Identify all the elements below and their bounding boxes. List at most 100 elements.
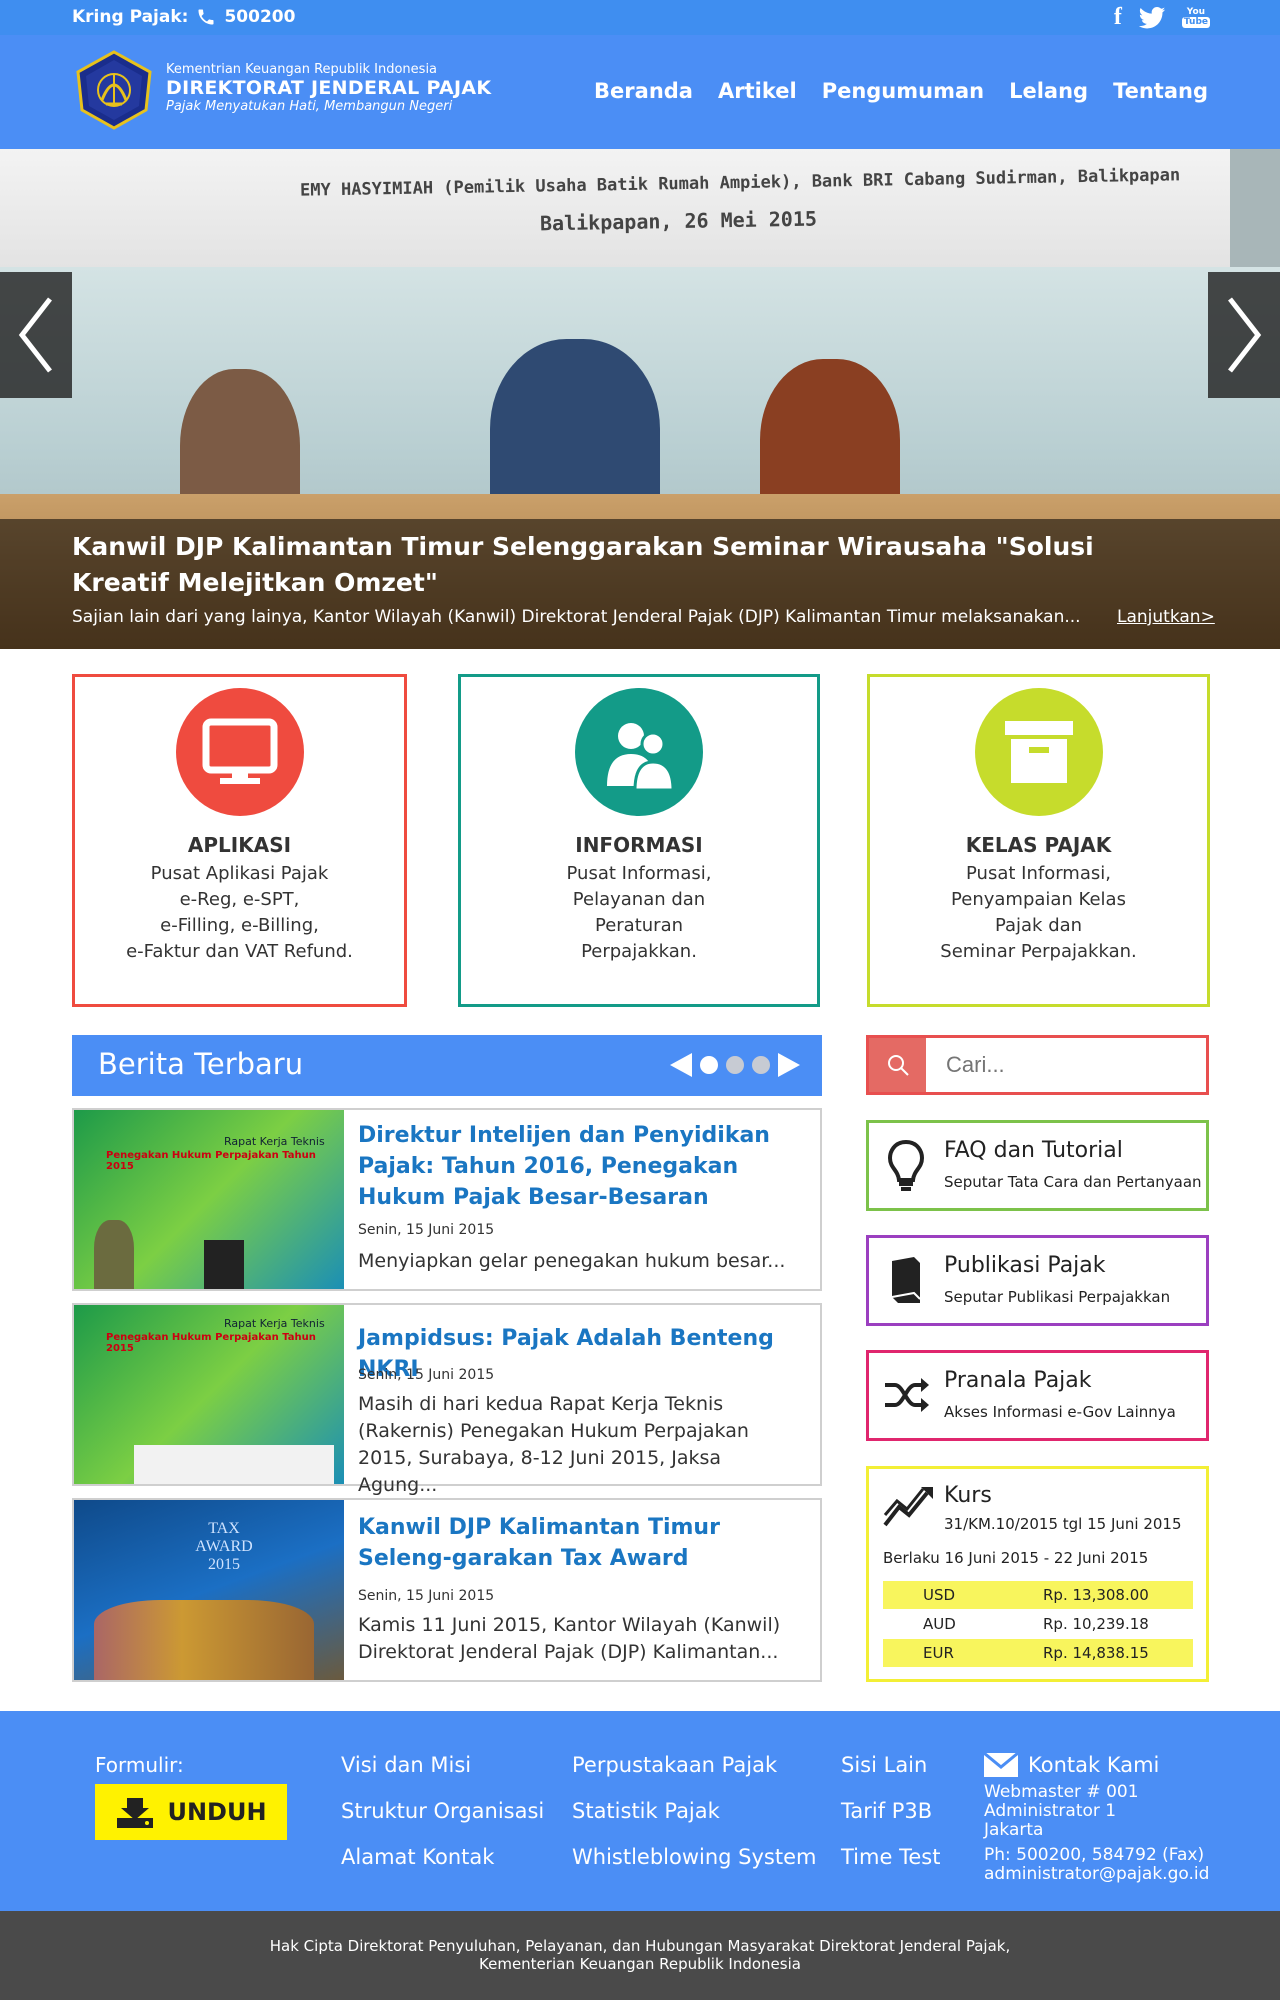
youtube-icon[interactable]: You Tube [1181, 7, 1210, 28]
sidebar-faq-sub: Seputar Tata Cara dan Pertanyaan [944, 1173, 1202, 1191]
chevron-left-icon [18, 297, 52, 373]
news-item[interactable]: TAX AWARD 2015 Kanwil DJP Kalimantan Tim… [72, 1498, 822, 1682]
news-page-dot-1[interactable] [700, 1056, 718, 1074]
feature-aplikasi-circle [175, 688, 304, 816]
news-item[interactable]: Rapat Kerja Teknis Penegakan Hukum Perpa… [72, 1108, 822, 1291]
thumb-title: Rapat Kerja Teknis [224, 1317, 325, 1330]
feature-aplikasi-title: APLIKASI [187, 833, 292, 857]
kurs-currency: EUR [923, 1644, 954, 1662]
feature-informasi[interactable]: INFORMASI Pusat Informasi, Pelayanan dan… [458, 674, 820, 1007]
brand-title[interactable]: DIREKTORAT JENDERAL PAJAK [166, 77, 491, 100]
book-icon [891, 1257, 921, 1303]
envelope-icon [984, 1753, 1018, 1777]
news-item[interactable]: Rapat Kerja Teknis Penegakan Hukum Perpa… [72, 1303, 822, 1496]
slider-next-button[interactable] [1208, 272, 1280, 398]
site-footer: Formulir: UNDUH Visi dan Misi Struktur O… [0, 1711, 1280, 1911]
hero-title[interactable]: Kanwil DJP Kalimantan Timur Selenggaraka… [72, 529, 1152, 601]
news-title[interactable]: Kanwil DJP Kalimantan Timur Seleng-garak… [358, 1512, 806, 1574]
search-box [866, 1035, 1209, 1095]
search-icon [887, 1055, 909, 1076]
phone-icon [198, 9, 214, 25]
kurs-row-usd: USD Rp. 13,308.00 [883, 1581, 1193, 1609]
slider-prev-button[interactable] [0, 272, 72, 398]
shuffle-icon [885, 1378, 929, 1412]
contact-line: Jakarta [984, 1820, 1044, 1840]
brand-tagline: Pajak Menyatukan Hati, Membangun Negeri [166, 98, 453, 114]
hero-banner-line2: Balikpapan, 26 Mei 2015 [539, 206, 818, 236]
contact-line: Ph: 500200, 584792 (Fax) [984, 1845, 1205, 1865]
sidebar-pranala-sub: Akses Informasi e-Gov Lainnya [944, 1403, 1176, 1421]
footer-link-whistleblowing[interactable]: Whistleblowing System [572, 1845, 816, 1891]
nav-pengumuman[interactable]: Pengumuman [822, 79, 984, 103]
news-excerpt: Masih di hari kedua Rapat Kerja Teknis (… [358, 1393, 749, 1496]
monitor-icon [202, 718, 277, 784]
kurs-title: Kurs [944, 1483, 992, 1508]
twitter-icon[interactable] [1138, 6, 1166, 29]
unduh-button[interactable]: UNDUH [95, 1784, 287, 1840]
news-thumbnail[interactable]: Rapat Kerja Teknis Penegakan Hukum Perpa… [74, 1110, 344, 1289]
news-date: Senin, 15 Juni 2015 [358, 1222, 495, 1238]
news-page-dot-3[interactable] [752, 1056, 770, 1074]
facebook-icon[interactable]: f [1114, 4, 1122, 31]
feature-aplikasi[interactable]: APLIKASI Pusat Aplikasi Pajak e-Reg, e-S… [72, 674, 407, 1007]
sidebar-faq[interactable]: FAQ dan Tutorial Seputar Tata Cara dan P… [866, 1120, 1209, 1211]
kemenkeu-logo[interactable] [74, 50, 154, 130]
news-pager [670, 1053, 800, 1077]
kring-pajak: Kring Pajak: 500200 [72, 7, 295, 27]
thumb-title: Rapat Kerja Teknis [224, 1135, 325, 1148]
footer-link-statistik[interactable]: Statistik Pajak [572, 1799, 816, 1845]
footer-link-tarif[interactable]: Tarif P3B [841, 1799, 940, 1845]
kurs-currency: USD [923, 1586, 956, 1604]
footer-link-time-test[interactable]: Time Test [841, 1845, 940, 1891]
nav-artikel[interactable]: Artikel [718, 79, 797, 103]
sidebar-faq-icon-wrap [883, 1137, 929, 1193]
feature-informasi-title: INFORMASI [575, 833, 703, 857]
contact-email[interactable]: administrator@pajak.go.id [984, 1865, 1209, 1884]
news-title[interactable]: Direktur Intelijen dan Penyidikan Pajak:… [358, 1120, 806, 1213]
top-bar: Kring Pajak: 500200 f You Tube [0, 0, 1280, 35]
news-heading: Berita Terbaru [98, 1047, 304, 1081]
sidebar-pranala[interactable]: Pranala Pajak Akses Informasi e-Gov Lain… [866, 1350, 1209, 1441]
hero-banner-line1: EMY HASYIMIAH (Pemilik Usaha Batik Rumah… [299, 165, 1181, 201]
kring-number[interactable]: 500200 [224, 7, 295, 27]
sidebar-publikasi-icon-wrap [883, 1252, 929, 1308]
footer-link-perpustakaan[interactable]: Perpustakaan Pajak [572, 1753, 816, 1799]
contact-line: Webmaster # 001 [984, 1782, 1139, 1802]
trend-chart-icon [883, 1487, 933, 1527]
search-input[interactable] [926, 1038, 1206, 1092]
news-excerpt: Menyiapkan gelar penegakan hukum besar..… [358, 1250, 786, 1272]
footer-contact: Kontak Kami Webmaster # 001 Administrato… [984, 1753, 1209, 1884]
triangle-left-icon[interactable] [670, 1053, 692, 1077]
news-thumbnail[interactable]: TAX AWARD 2015 [74, 1500, 344, 1680]
sidebar-pranala-icon-wrap [883, 1367, 929, 1423]
footer-link-alamat[interactable]: Alamat Kontak [341, 1845, 544, 1891]
copyright-line-1: Hak Cipta Direktorat Penyuluhan, Pelayan… [269, 1937, 1011, 1955]
feature-kelas-pajak[interactable]: KELAS PAJAK Pusat Informasi, Penyampaian… [867, 674, 1210, 1007]
triangle-right-icon[interactable] [778, 1053, 800, 1077]
news-header: Berita Terbaru [72, 1035, 822, 1096]
footer-link-struktur[interactable]: Struktur Organisasi [341, 1799, 544, 1845]
kring-label: Kring Pajak: [72, 7, 189, 27]
thumb-podium [204, 1240, 244, 1289]
thumb-subtitle: Penegakan Hukum Perpajakan Tahun 2015 [106, 1150, 316, 1172]
sidebar-publikasi[interactable]: Publikasi Pajak Seputar Publikasi Perpaj… [866, 1235, 1209, 1326]
kurs-row-eur: EUR Rp. 14,838.15 [883, 1639, 1193, 1667]
news-page-dot-2[interactable] [726, 1056, 744, 1074]
footer-col-2: Perpustakaan Pajak Statistik Pajak Whist… [572, 1753, 816, 1891]
footer-link-visi-misi[interactable]: Visi dan Misi [341, 1753, 544, 1799]
kurs-value: Rp. 13,308.00 [1043, 1586, 1149, 1604]
feature-aplikasi-desc: Pusat Aplikasi Pajak e-Reg, e-SPT, e-Fil… [126, 863, 353, 962]
nav-beranda[interactable]: Beranda [594, 79, 693, 103]
hero-banner: EMY HASYIMIAH (Pemilik Usaha Batik Rumah… [0, 149, 1230, 267]
nav-lelang[interactable]: Lelang [1009, 79, 1088, 103]
search-button[interactable] [869, 1038, 926, 1092]
hero-read-more-link[interactable]: Lanjutkan> [1117, 607, 1215, 627]
thumb-statue [94, 1220, 134, 1289]
brand: Kementrian Keuangan Republik Indonesia D… [166, 62, 491, 115]
footer-link-sisi-lain[interactable]: Sisi Lain [841, 1753, 940, 1799]
archive-icon [1004, 721, 1073, 783]
thumb-tax-award: TAX AWARD 2015 [195, 1520, 253, 1573]
contact-heading: Kontak Kami [984, 1753, 1209, 1777]
news-thumbnail[interactable]: Rapat Kerja Teknis Penegakan Hukum Perpa… [74, 1305, 344, 1484]
nav-tentang[interactable]: Tentang [1113, 79, 1208, 103]
